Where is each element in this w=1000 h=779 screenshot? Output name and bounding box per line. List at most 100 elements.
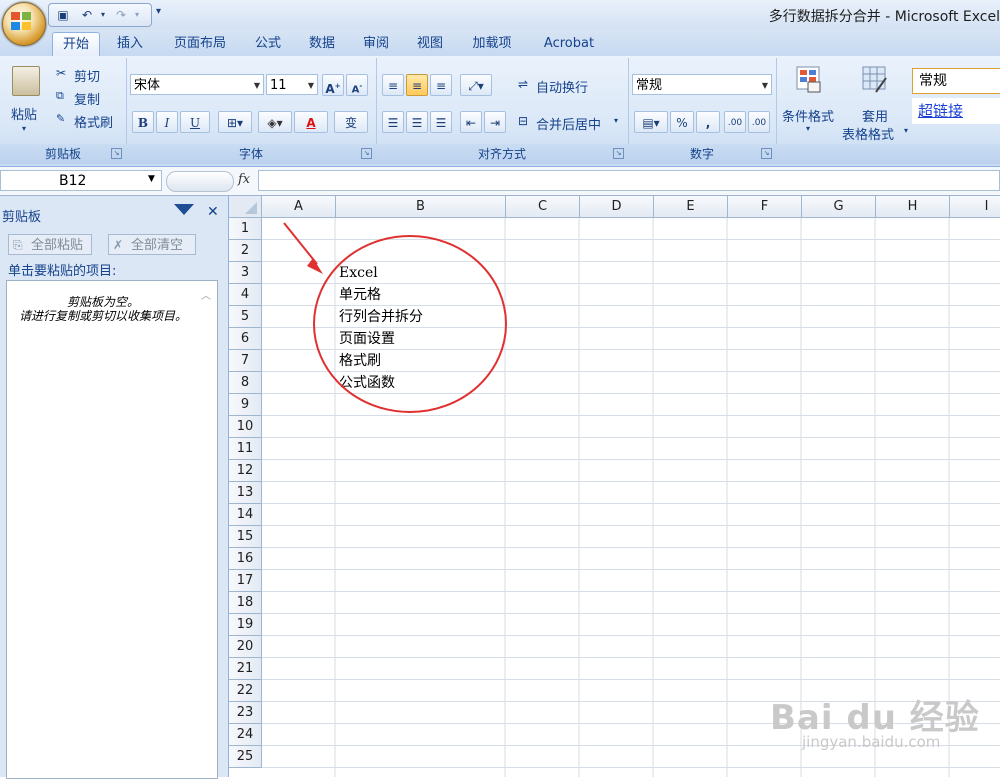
column-header-d[interactable]: D — [580, 196, 654, 218]
underline-button[interactable]: U — [180, 111, 210, 133]
tab-data[interactable]: 数据 — [300, 32, 344, 56]
clipboard-launcher-icon[interactable]: ↘ — [111, 148, 122, 159]
row-header-12[interactable]: 12 — [229, 460, 262, 482]
row-header-18[interactable]: 18 — [229, 592, 262, 614]
increase-indent-icon[interactable]: ⇥ — [484, 111, 506, 133]
row-header-19[interactable]: 19 — [229, 614, 262, 636]
row-header-4[interactable]: 4 — [229, 284, 262, 306]
font-launcher-icon[interactable]: ↘ — [361, 148, 372, 159]
align-middle-icon[interactable]: ≡ — [406, 74, 428, 96]
borders-icon[interactable]: ⊞▾ — [218, 111, 252, 133]
column-header-i[interactable]: I — [950, 196, 1000, 218]
orientation-icon[interactable]: ⤢▾ — [460, 74, 492, 96]
save-icon[interactable]: ▣ — [55, 7, 71, 23]
cell-b5[interactable]: 行列合并拆分 — [339, 306, 423, 328]
formula-input[interactable] — [258, 170, 1000, 191]
row-header-8[interactable]: 8 — [229, 372, 262, 394]
row-header-21[interactable]: 21 — [229, 658, 262, 680]
font-size-combo[interactable]: 11 ▼ — [266, 74, 318, 95]
cell-b4[interactable]: 单元格 — [339, 284, 381, 306]
column-header-f[interactable]: F — [728, 196, 802, 218]
decrease-indent-icon[interactable]: ⇤ — [460, 111, 482, 133]
row-header-1[interactable]: 1 — [229, 218, 262, 240]
clear-all-button[interactable]: ✗ 全部清空 — [108, 234, 196, 255]
format-table-label-top[interactable]: 套用 — [862, 106, 888, 125]
select-all-corner[interactable] — [229, 196, 262, 218]
paste-icon[interactable] — [12, 66, 40, 96]
pane-options-icon[interactable] — [174, 204, 194, 215]
tab-view[interactable]: 视图 — [408, 32, 452, 56]
row-header-25[interactable]: 25 — [229, 746, 262, 768]
row-header-22[interactable]: 22 — [229, 680, 262, 702]
row-header-24[interactable]: 24 — [229, 724, 262, 746]
insert-function-icon[interactable]: fx — [238, 172, 250, 187]
column-header-g[interactable]: G — [802, 196, 876, 218]
number-launcher-icon[interactable]: ↘ — [761, 148, 772, 159]
grow-font-icon[interactable]: A+ — [322, 74, 344, 96]
cell-b8[interactable]: 公式函数 — [339, 372, 395, 394]
conditional-dropdown-icon[interactable]: ▾ — [806, 124, 810, 133]
undo-icon[interactable]: ↶ — [79, 7, 95, 23]
format-as-table-icon[interactable] — [862, 66, 888, 94]
format-as-table-button[interactable]: 表格格式 — [842, 124, 894, 143]
percent-button[interactable]: % — [670, 111, 694, 133]
increase-decimal-button[interactable]: .00 — [724, 111, 746, 133]
column-header-e[interactable]: E — [654, 196, 728, 218]
row-header-23[interactable]: 23 — [229, 702, 262, 724]
row-header-11[interactable]: 11 — [229, 438, 262, 460]
merge-dropdown-icon[interactable]: ▾ — [614, 116, 618, 125]
wrap-text-button[interactable]: 自动换行 — [536, 77, 588, 96]
row-header-6[interactable]: 6 — [229, 328, 262, 350]
style-normal-swatch[interactable]: 常规 — [912, 68, 1000, 94]
redo-icon[interactable]: ↷ — [113, 7, 129, 23]
align-right-icon[interactable]: ☰ — [430, 111, 452, 133]
font-name-combo[interactable]: 宋体 ▼ — [130, 74, 264, 95]
column-header-b[interactable]: B — [336, 196, 506, 218]
cell-b7[interactable]: 格式刷 — [339, 350, 381, 372]
row-header-2[interactable]: 2 — [229, 240, 262, 262]
row-header-13[interactable]: 13 — [229, 482, 262, 504]
tab-home[interactable]: 开始 — [52, 32, 100, 57]
tab-page-layout[interactable]: 页面布局 — [164, 32, 236, 56]
fill-color-icon[interactable]: ◈▾ — [258, 111, 292, 133]
column-header-a[interactable]: A — [262, 196, 336, 218]
format-table-dropdown-icon[interactable]: ▾ — [904, 126, 908, 135]
tab-formulas[interactable]: 公式 — [246, 32, 290, 56]
align-center-icon[interactable]: ☰ — [406, 111, 428, 133]
row-header-14[interactable]: 14 — [229, 504, 262, 526]
row-header-7[interactable]: 7 — [229, 350, 262, 372]
tab-review[interactable]: 审阅 — [354, 32, 398, 56]
phonetic-button[interactable]: 变 — [334, 111, 368, 133]
bold-button[interactable]: B — [132, 111, 154, 133]
scroll-up-icon[interactable]: ︿ — [201, 287, 211, 302]
font-color-button[interactable]: A — [294, 111, 328, 133]
format-painter-button[interactable]: 格式刷 — [74, 112, 113, 131]
chevron-down-icon[interactable]: ▼ — [148, 174, 155, 184]
align-bottom-icon[interactable]: ≡ — [430, 74, 452, 96]
conditional-format-button[interactable]: 条件格式 — [782, 106, 834, 125]
number-format-combo[interactable]: 常规 ▼ — [632, 74, 772, 95]
align-top-icon[interactable]: ≡ — [382, 74, 404, 96]
redo-dropdown-icon[interactable]: ▾ — [129, 7, 145, 23]
tab-acrobat[interactable]: Acrobat — [534, 32, 604, 56]
close-icon[interactable]: ✕ — [207, 204, 219, 220]
comma-button[interactable]: , — [696, 111, 720, 133]
style-hyperlink-swatch[interactable]: 超链接 — [912, 98, 1000, 124]
decrease-decimal-button[interactable]: .00 — [748, 111, 770, 133]
row-header-17[interactable]: 17 — [229, 570, 262, 592]
paste-all-button[interactable]: ⎘ 全部粘贴 — [8, 234, 92, 255]
name-box[interactable]: B12 — [0, 170, 162, 191]
row-header-9[interactable]: 9 — [229, 394, 262, 416]
cell-b6[interactable]: 页面设置 — [339, 328, 395, 350]
column-header-h[interactable]: H — [876, 196, 950, 218]
paste-button[interactable]: 粘贴 — [11, 104, 37, 123]
cut-button[interactable]: 剪切 — [74, 66, 100, 85]
clipboard-item-list[interactable]: 剪贴板为空。 请进行复制或剪切以收集项目。 ︿ — [6, 280, 218, 779]
merge-center-button[interactable]: 合并后居中 — [536, 114, 601, 133]
conditional-format-icon[interactable] — [796, 66, 822, 94]
alignment-launcher-icon[interactable]: ↘ — [613, 148, 624, 159]
column-header-c[interactable]: C — [506, 196, 580, 218]
tab-addins[interactable]: 加载项 — [462, 32, 522, 56]
italic-button[interactable]: I — [156, 111, 178, 133]
customize-qat-icon[interactable]: ▾ — [156, 6, 161, 17]
